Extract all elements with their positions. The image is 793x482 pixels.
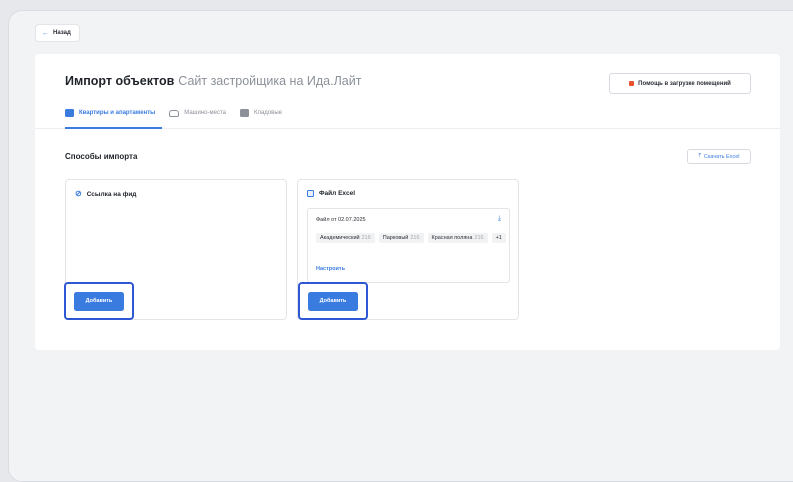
section-title: Способы импорта: [65, 152, 138, 161]
tab-storage-label: Кладовые: [253, 110, 282, 116]
object-chip: Парковый 216: [378, 233, 424, 243]
feed-add-button[interactable]: Добавить: [74, 291, 124, 311]
tab-parking-label: Машино-места: [184, 110, 226, 116]
back-button[interactable]: ← Назад: [35, 24, 80, 42]
feed-method-header: ⊘ Ссылка на фид: [75, 190, 136, 198]
storage-icon: [239, 109, 249, 117]
active-tab-indicator: [65, 127, 162, 129]
page-title: Импорт объектов Сайт застройщика на Ида.Л…: [65, 74, 361, 88]
tab-parking[interactable]: Машино-места: [169, 109, 226, 124]
download-excel-label: Скачать Excel: [703, 153, 740, 160]
file-download-icon[interactable]: ⤓: [498, 215, 501, 223]
arrow-left-icon: ←: [42, 29, 49, 37]
object-name: Академический: [320, 235, 360, 241]
download-excel-button[interactable]: ⤒ Скачать Excel: [687, 149, 751, 164]
excel-add-button[interactable]: Добавить: [308, 291, 358, 311]
link-icon: ⊘: [75, 189, 82, 198]
car-icon: [169, 109, 180, 117]
page-title-site: Сайт застройщика на Ида.Лайт: [178, 74, 362, 88]
excel-add-highlight: Добавить: [298, 282, 368, 320]
configure-link[interactable]: Настроить: [316, 266, 345, 272]
tab-apartments-label: Квартиры и апартаменты: [79, 110, 156, 116]
object-name: Красная поляна: [431, 235, 473, 241]
tab-apartments[interactable]: Квартиры и апартаменты: [65, 109, 155, 124]
import-card: Импорт объектов Сайт застройщика на Ида.Л…: [35, 54, 780, 350]
download-icon: ⤒: [698, 153, 701, 159]
tabs: Квартиры и апартаменты Машино-места Клад…: [65, 109, 282, 124]
more-objects-chip[interactable]: +1: [491, 233, 506, 243]
object-chip: Академический 216: [316, 233, 375, 243]
excel-method-header: Файл Excel: [307, 190, 355, 197]
excel-file-card: Файл от 02.07.2025 ⤓ Академический 216 Па…: [307, 208, 510, 283]
object-chip: Красная поляна 216: [427, 233, 488, 243]
help-button[interactable]: Помощь в загрузке помещений: [609, 73, 751, 94]
excel-file-icon: [307, 190, 314, 197]
help-flag-icon: [629, 81, 635, 86]
tab-storage[interactable]: Кладовые: [239, 109, 282, 124]
object-chips: Академический 216 Парковый 216 Красная пол…: [316, 233, 506, 243]
object-count: 216: [410, 235, 420, 241]
object-name: Парковый: [382, 235, 409, 241]
back-button-label: Назад: [53, 30, 71, 36]
object-count: 216: [474, 235, 484, 241]
apartment-icon: [65, 109, 74, 117]
page-title-main: Импорт объектов: [65, 74, 175, 88]
feed-add-highlight: Добавить: [64, 282, 134, 320]
help-button-label: Помощь в загрузке помещений: [638, 80, 731, 87]
object-count: 216: [361, 235, 371, 241]
file-date: Файл от 02.07.2025: [316, 217, 366, 223]
excel-method-title: Файл Excel: [319, 190, 356, 197]
feed-method-title: Ссылка на фид: [86, 190, 137, 198]
